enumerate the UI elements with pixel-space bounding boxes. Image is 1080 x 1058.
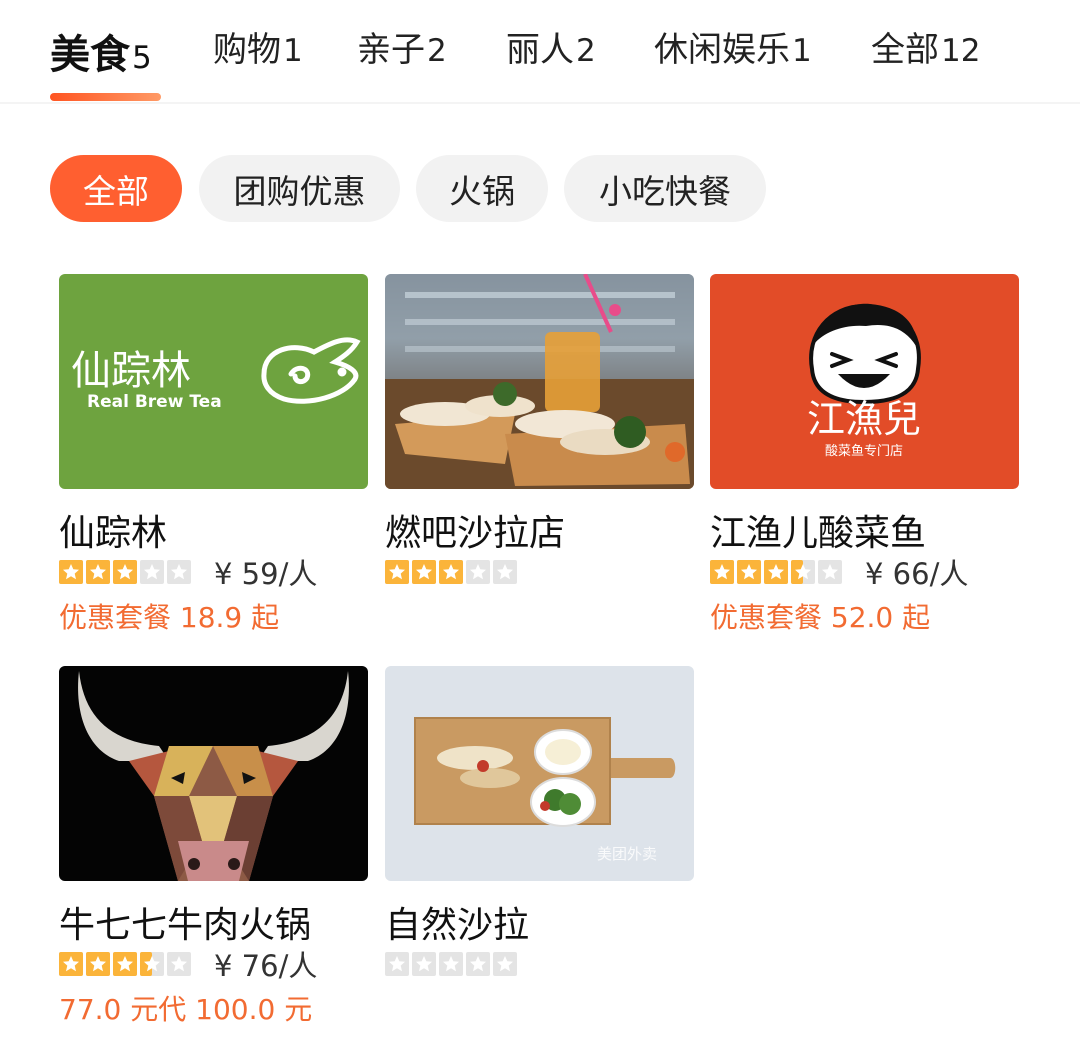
- star-icon: [493, 560, 517, 584]
- star-icon: [86, 560, 110, 584]
- star-icon: [466, 952, 490, 976]
- tab-count: 1: [283, 33, 303, 69]
- tab-leisure[interactable]: 休闲娱乐 1: [654, 22, 812, 72]
- avg-price: ¥ 59/人: [214, 557, 318, 591]
- category-tabs: 美食 5 购物 1 亲子 2 丽人 2 休闲娱乐 1 全部 12: [0, 0, 1080, 104]
- star-icon: [412, 952, 436, 976]
- star-rating: [385, 952, 520, 976]
- logo-subtext: 酸菜鱼专门店: [825, 443, 903, 459]
- star-icon: [167, 560, 191, 584]
- star-icon: [113, 560, 137, 584]
- star-icon: [140, 560, 164, 584]
- filter-chip-hotpot[interactable]: 火锅: [416, 155, 548, 222]
- promo-text: 优惠套餐 18.9 起: [59, 601, 280, 634]
- star-rating: [59, 560, 194, 584]
- filter-chip-group-deals[interactable]: 团购优惠: [199, 155, 400, 222]
- rating-row: ¥ 66/人: [710, 557, 968, 591]
- star-icon: [385, 952, 409, 976]
- star-icon: [167, 952, 191, 976]
- star-icon: [412, 560, 436, 584]
- star-rating: [385, 560, 520, 584]
- star-icon: [791, 560, 815, 584]
- rating-row: [385, 949, 520, 979]
- tab-shopping[interactable]: 购物 1: [213, 22, 303, 72]
- star-icon: [466, 560, 490, 584]
- star-icon: [439, 952, 463, 976]
- shop-image: 美团外卖: [385, 666, 694, 881]
- tab-label: 休闲娱乐: [654, 30, 790, 70]
- star-icon: [493, 952, 517, 976]
- avg-price: ¥ 76/人: [214, 949, 318, 983]
- rabbit-icon: [261, 337, 361, 404]
- shop-image: [59, 666, 368, 881]
- tab-count: 2: [427, 33, 447, 69]
- star-icon: [59, 952, 83, 976]
- xianzonglin-logo: 仙踪林 Real Brew Tea: [71, 337, 361, 412]
- logo-subtext: Real Brew Tea: [87, 392, 222, 412]
- star-icon: [818, 560, 842, 584]
- promo-text: 优惠套餐 52.0 起: [710, 601, 931, 634]
- tab-label: 美食: [50, 32, 130, 78]
- tab-count: 5: [132, 40, 152, 76]
- tab-food[interactable]: 美食 5: [50, 22, 152, 78]
- salad-wraps-photo: [385, 274, 694, 489]
- promo-text: 77.0 元代 100.0 元: [59, 993, 313, 1026]
- star-icon: [59, 560, 83, 584]
- salad-board-photo: 美团外卖: [414, 717, 676, 863]
- tab-label: 丽人: [506, 30, 574, 70]
- logo-text: 仙踪林: [71, 348, 191, 394]
- polygon-bull-logo: [78, 671, 349, 881]
- avg-price: ¥ 66/人: [865, 557, 969, 591]
- star-icon: [86, 952, 110, 976]
- tab-label: 购物: [213, 30, 281, 70]
- tab-count: 2: [576, 33, 596, 69]
- filter-chip-snacks[interactable]: 小吃快餐: [564, 155, 766, 222]
- star-icon: [737, 560, 761, 584]
- shop-name: 牛七七牛肉火锅: [59, 905, 312, 946]
- star-icon: [439, 560, 463, 584]
- tab-parenting[interactable]: 亲子 2: [357, 22, 447, 72]
- star-icon: [710, 560, 734, 584]
- logo-text: 江漁兒: [807, 397, 921, 441]
- tab-count: 1: [792, 33, 812, 69]
- rating-row: [385, 557, 520, 587]
- shop-name: 自然沙拉: [385, 905, 530, 946]
- jiangyuer-logo: 江漁兒 酸菜鱼专门店: [807, 303, 921, 459]
- shop-name: 江渔儿酸菜鱼: [710, 513, 927, 554]
- watermark-text: 美团外卖: [597, 845, 657, 863]
- tab-beauty[interactable]: 丽人 2: [506, 22, 596, 72]
- tab-all[interactable]: 全部 12: [871, 22, 980, 72]
- tab-count: 12: [941, 33, 981, 69]
- star-icon: [764, 560, 788, 584]
- shop-image: 仙踪林 Real Brew Tea: [59, 274, 368, 489]
- star-rating: [710, 560, 845, 584]
- tab-label: 亲子: [357, 30, 425, 70]
- face-icon: [809, 303, 921, 405]
- active-tab-indicator: [50, 93, 161, 101]
- star-icon: [113, 952, 137, 976]
- star-icon: [140, 952, 164, 976]
- shop-image: 江漁兒 酸菜鱼专门店: [710, 274, 1019, 489]
- rating-row: ¥ 76/人: [59, 949, 317, 983]
- tab-label: 全部: [871, 30, 939, 70]
- shop-name: 燃吧沙拉店: [385, 513, 566, 554]
- star-rating: [59, 952, 194, 976]
- shop-image: [385, 274, 694, 489]
- star-icon: [385, 560, 409, 584]
- rating-row: ¥ 59/人: [59, 557, 317, 591]
- shop-name: 仙踪林: [59, 513, 168, 554]
- filter-chip-all[interactable]: 全部: [50, 155, 182, 222]
